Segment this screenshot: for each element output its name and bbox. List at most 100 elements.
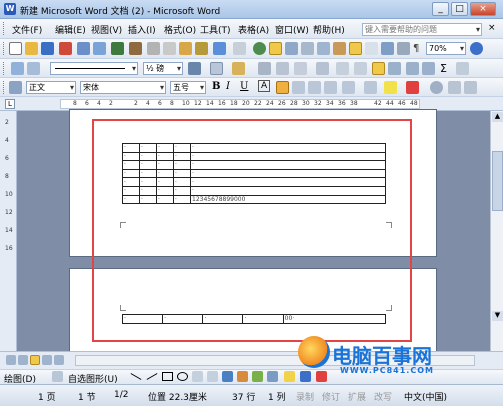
autoformat-icon[interactable] [372, 62, 385, 75]
read-mode-icon[interactable] [397, 42, 410, 55]
status-ext[interactable]: 扩展 [348, 390, 366, 403]
split-cells-icon[interactable] [294, 62, 307, 75]
scroll-thumb[interactable] [492, 151, 503, 211]
text-direction-icon[interactable] [388, 62, 401, 75]
menu-tools[interactable]: 工具(T) [200, 23, 231, 36]
document-canvas[interactable]: · · · · · · · · · · · · · · · · · · · · · · · · · · · · · · · · · · 123456… [17, 109, 490, 358]
hyperlink-icon[interactable] [253, 42, 266, 55]
help-icon[interactable] [470, 42, 483, 55]
arrow-icon[interactable] [146, 373, 158, 380]
distribute-cols-icon[interactable] [354, 62, 367, 75]
research-icon[interactable] [129, 42, 142, 55]
outline-view-icon[interactable] [42, 355, 52, 365]
line-color-icon[interactable] [300, 371, 311, 382]
word-app-icon[interactable]: W [4, 3, 16, 15]
menu-insert[interactable]: 插入(I) [128, 23, 156, 36]
menu-window[interactable]: 窗口(W) [275, 23, 309, 36]
toolbar-grip[interactable] [3, 62, 6, 75]
menu-file[interactable]: 文件(F) [12, 23, 42, 36]
toolbar-grip[interactable] [3, 22, 6, 35]
print-preview-icon[interactable] [93, 42, 106, 55]
align-left-icon[interactable] [276, 81, 289, 94]
format-painter-icon[interactable] [195, 42, 208, 55]
sort-descending-icon[interactable] [422, 62, 435, 75]
tables-borders-icon[interactable] [269, 42, 282, 55]
tab-selector[interactable]: L [5, 99, 15, 109]
justify-icon[interactable] [324, 81, 337, 94]
picture-format-icon[interactable] [27, 62, 40, 75]
line-style-select[interactable] [50, 62, 138, 75]
autosum-icon[interactable]: Σ [440, 62, 447, 75]
document-map-icon[interactable] [349, 42, 362, 55]
align-center-icon[interactable] [292, 81, 305, 94]
menu-table[interactable]: 表格(A) [238, 23, 269, 36]
align-cell-icon[interactable] [316, 62, 329, 75]
toolbar-grip[interactable] [3, 42, 6, 55]
highlight-icon[interactable] [384, 81, 397, 94]
italic-button[interactable]: I [226, 81, 230, 92]
save-icon[interactable] [41, 42, 54, 55]
reading-icon[interactable] [381, 42, 394, 55]
web-view-icon[interactable] [18, 355, 28, 365]
shading-icon[interactable] [232, 62, 245, 75]
char-border-button[interactable]: A [258, 80, 271, 92]
normal-view-icon[interactable] [6, 355, 16, 365]
print-icon[interactable] [77, 42, 90, 55]
help-search-input[interactable]: 键入需要帮助的问题 [362, 23, 482, 36]
line-spacing-icon[interactable] [342, 81, 355, 94]
drawing-icon[interactable] [333, 42, 346, 55]
style-select[interactable]: 正文 [26, 81, 76, 94]
cut-icon[interactable] [147, 42, 160, 55]
clipart-icon[interactable] [252, 371, 263, 382]
pilcrow-icon[interactable]: ¶ [413, 43, 419, 54]
bold-button[interactable]: B [212, 81, 220, 92]
line-weight-select[interactable]: ½ 磅 [143, 62, 183, 75]
merge-cells-icon[interactable] [276, 62, 289, 75]
picture-icon[interactable] [267, 371, 278, 382]
close-button[interactable]: × [470, 2, 496, 16]
status-ovr[interactable]: 改写 [374, 390, 392, 403]
print-view-icon[interactable] [30, 355, 40, 365]
diagram-icon[interactable] [237, 371, 248, 382]
columns-icon[interactable] [317, 42, 330, 55]
styles-pane-icon[interactable] [9, 81, 22, 94]
border-color-icon[interactable] [188, 62, 201, 75]
rectangle-icon[interactable] [162, 372, 173, 381]
status-rec[interactable]: 录制 [296, 390, 314, 403]
insert-table-icon[interactable] [285, 42, 298, 55]
font-color-icon[interactable] [406, 81, 419, 94]
open-icon[interactable] [25, 42, 38, 55]
menu-help[interactable]: 帮助(H) [313, 23, 345, 36]
maximize-button[interactable]: □ [451, 2, 468, 16]
minimize-button[interactable]: _ [432, 2, 449, 16]
draw-font-color-icon[interactable] [316, 371, 327, 382]
font-size-select[interactable]: 五号 [170, 81, 206, 94]
vertical-textbox-icon[interactable] [207, 371, 218, 382]
copy-icon[interactable] [163, 42, 176, 55]
font-select[interactable]: 宋体 [80, 81, 166, 94]
permission-icon[interactable] [59, 42, 72, 55]
redo-icon[interactable] [233, 42, 246, 55]
paste-icon[interactable] [179, 42, 192, 55]
scroll-up-icon[interactable]: ▲ [492, 112, 503, 122]
edit-picture-icon[interactable] [11, 62, 24, 75]
toolbar-grip[interactable] [3, 81, 6, 94]
reading-view-icon[interactable] [54, 355, 64, 365]
close-doc-icon[interactable]: × [488, 23, 496, 33]
wordart-icon[interactable] [222, 371, 233, 382]
underline-button[interactable]: U [240, 81, 248, 92]
toolbar-options-icon[interactable] [456, 62, 469, 75]
undo-icon[interactable] [213, 42, 226, 55]
vertical-ruler[interactable]: 2 4 6 8 10 12 14 16 [0, 111, 17, 351]
vertical-scrollbar[interactable]: ▲ ▼ [490, 111, 503, 351]
insert-excel-icon[interactable] [301, 42, 314, 55]
outside-border-icon[interactable] [210, 62, 223, 75]
menu-edit[interactable]: 编辑(E) [55, 23, 86, 36]
grow-font-icon[interactable] [448, 81, 461, 94]
align-right-icon[interactable] [308, 81, 321, 94]
fill-color-icon[interactable] [284, 371, 295, 382]
line-icon[interactable] [130, 373, 142, 380]
scroll-down-icon[interactable]: ▼ [492, 311, 503, 321]
oval-icon[interactable] [177, 372, 188, 381]
menu-view[interactable]: 视图(V) [91, 23, 122, 36]
